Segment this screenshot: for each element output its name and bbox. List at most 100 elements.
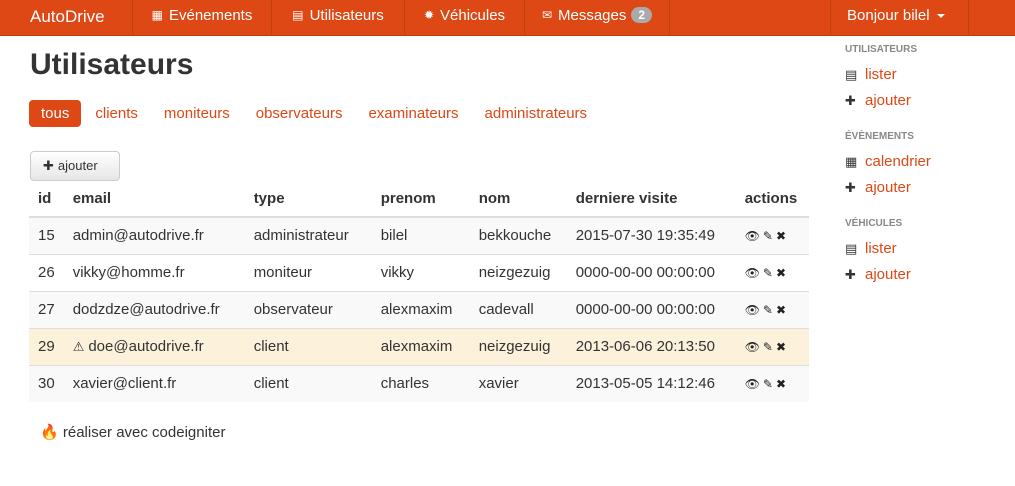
view-icon[interactable]: 👁 [745,303,763,317]
cell-nom: bekkouche [469,216,567,254]
filter-examinateurs[interactable]: examinateurs [356,100,470,127]
cell-prenom: charles [371,364,470,402]
cell-visit: 2013-06-06 20:13:50 [566,327,736,365]
view-icon[interactable]: 👁 [745,229,763,243]
cell-actions: 👁✎✖ [735,327,809,365]
plus-icon: ✚ [845,180,856,195]
nav-item-messages[interactable]: ✉ Messages 2 [524,0,670,35]
brand-logo[interactable]: AutoDrive [0,0,132,35]
filter-clients[interactable]: clients [83,100,150,127]
table-row: 27 dodzdze@autodrive.fr observateur alex… [29,290,809,328]
sidebar-link-ajouter-vehicule[interactable]: ✚ ajouter [845,266,911,283]
footer: 🔥 réaliser avec codeigniter [40,423,225,441]
edit-icon[interactable]: ✎ [763,340,776,354]
nav-item-utilisateurs[interactable]: ▤ Utilisateurs [271,0,404,35]
view-icon[interactable]: 👁 [745,266,763,280]
table-row-warning: 29 ⚠ doe@autodrive.fr client alexmaxim ne… [29,327,809,365]
nav-item-label: Messages [558,7,627,24]
add-user-button[interactable]: ✚ ajouter [30,151,120,181]
sidebar-link-ajouter-evenement[interactable]: ✚ ajouter [845,179,911,196]
sidebar-link-calendrier[interactable]: ▦ calendrier [845,153,931,170]
table-header-row: id email type prenom nom derniere visite… [29,181,809,218]
nav-item-vehicules[interactable]: ✹ Véhicules [404,0,524,35]
fire-icon: 🔥 [40,424,59,441]
sidebar-link-lister-vehicules[interactable]: ▤ lister [845,240,897,257]
cell-email: xavier@client.fr [63,364,245,402]
cell-type: administrateur [244,216,372,254]
sidebar-link-label: ajouter [865,92,911,109]
filter-moniteurs[interactable]: moniteurs [152,100,242,127]
filter-observateurs[interactable]: observateurs [244,100,355,127]
delete-icon[interactable]: ✖ [776,377,789,391]
column-header-type: type [244,181,372,218]
cell-prenom: bilel [371,216,470,254]
cell-type: client [244,364,372,402]
footer-text: réaliser avec codeigniter [62,424,226,441]
table-row: 26 vikky@homme.fr moniteur vikky neizgez… [29,253,809,291]
view-icon[interactable]: 👁 [745,377,763,391]
delete-icon[interactable]: ✖ [776,340,789,354]
list-icon: ▤ [292,8,304,22]
cell-visit: 0000-00-00 00:00:00 [566,290,736,328]
cell-prenom: alexmaxim [371,290,470,328]
envelope-icon: ✉ [541,8,552,22]
page-title: Utilisateurs [30,48,194,81]
cell-nom: neizgezuig [469,327,567,365]
cell-id: 29 [29,327,64,365]
plus-icon: ✚ [43,158,54,173]
column-header-id: id [29,181,64,218]
cell-actions: 👁✎✖ [735,253,809,291]
delete-icon[interactable]: ✖ [776,229,789,243]
cell-nom: neizgezuig [469,253,567,291]
cell-id: 15 [29,216,64,254]
calendar-icon: ▦ [151,8,163,22]
caret-down-icon [936,14,945,19]
filter-administrateurs[interactable]: administrateurs [473,100,600,127]
cell-actions: 👁✎✖ [735,216,809,254]
cell-id: 26 [29,253,64,291]
view-icon[interactable]: 👁 [745,340,763,354]
user-greeting: Bonjour bilel [847,7,930,24]
cell-email: dodzdze@autodrive.fr [63,290,245,328]
column-header-prenom: prenom [371,181,470,218]
cell-actions: 👁✎✖ [735,290,809,328]
edit-icon[interactable]: ✎ [763,266,776,280]
plus-icon: ✚ [845,93,856,108]
sidebar-heading-vehicules: VÉHICULES [845,218,903,229]
sidebar-link-label: calendrier [865,153,931,170]
sidebar-heading-utilisateurs: UTILISATEURS [845,44,918,55]
cell-email: ⚠ doe@autodrive.fr [63,327,245,365]
cell-visit: 2015-07-30 19:35:49 [566,216,736,254]
cell-type: moniteur [244,253,372,291]
edit-icon[interactable]: ✎ [763,229,776,243]
add-button-label: ajouter [57,158,98,173]
filter-tous[interactable]: tous [29,100,82,127]
column-header-actions: actions [735,181,809,218]
cell-type: observateur [244,290,372,328]
table-row: 30 xavier@client.fr client charles xavie… [29,364,809,402]
nav-item-label: Utilisateurs [309,7,384,24]
delete-icon[interactable]: ✖ [776,303,789,317]
calendar-icon: ▦ [845,154,858,169]
edit-icon[interactable]: ✎ [763,303,776,317]
sidebar-link-ajouter-utilisateur[interactable]: ✚ ajouter [845,92,911,109]
delete-icon[interactable]: ✖ [776,266,789,280]
sidebar-heading-evenements: ÉVÈNEMENTS [845,131,914,142]
filter-pills: tous clients moniteurs observateurs exam… [29,100,601,127]
column-header-email: email [63,181,245,218]
warning-icon: ⚠ [72,339,85,354]
cell-email: admin@autodrive.fr [63,216,245,254]
navbar: AutoDrive ▦ Evénements ▤ Utilisateurs ✹ … [0,0,1015,36]
nav-item-evenements[interactable]: ▦ Evénements [132,0,271,35]
nav-item-label: Véhicules [440,7,506,24]
table-row: 15 admin@autodrive.fr administrateur bil… [29,216,809,254]
edit-icon[interactable]: ✎ [763,377,776,391]
cell-actions: 👁✎✖ [735,364,809,402]
user-menu-dropdown[interactable]: Bonjour bilel [830,0,969,36]
cell-id: 30 [29,364,64,402]
sidebar-link-lister-utilisateurs[interactable]: ▤ lister [845,66,897,83]
sidebar-link-label: ajouter [865,179,911,196]
nav-item-label: Evénements [168,7,253,24]
cell-email: vikky@homme.fr [63,253,245,291]
sidebar-link-label: lister [865,66,897,83]
